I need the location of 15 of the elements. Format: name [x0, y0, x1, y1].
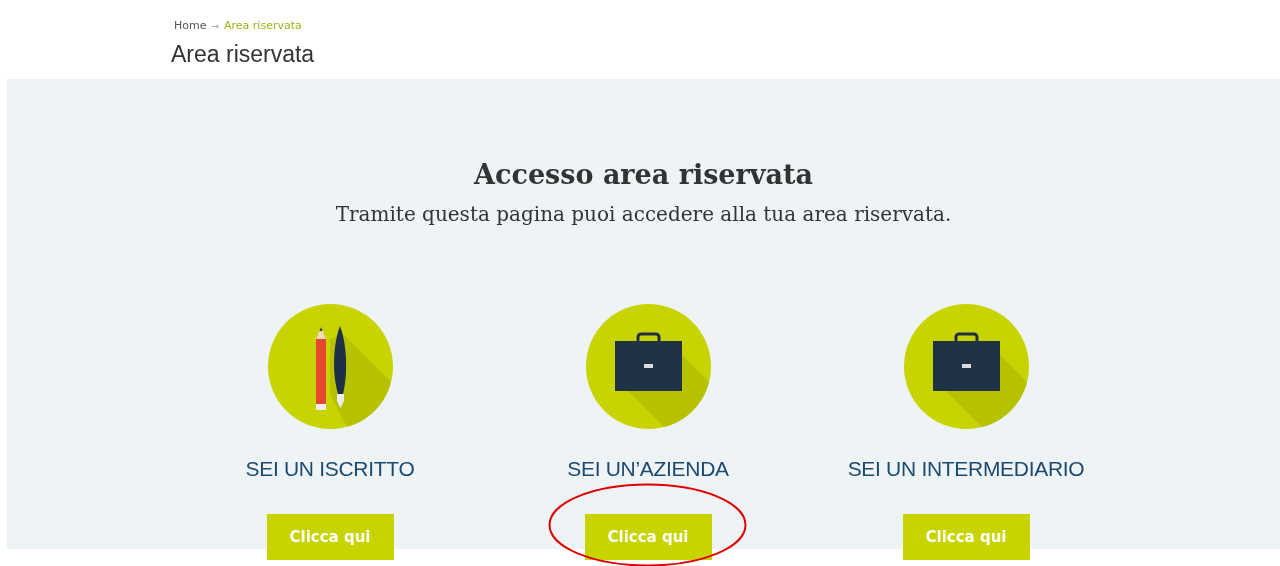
pencil-and-pen-icon: [267, 304, 393, 429]
briefcase-icon: [585, 304, 711, 429]
card-title: SEI UN INTERMEDIARIO: [847, 457, 1085, 481]
click-here-button[interactable]: Clicca qui: [902, 514, 1030, 560]
panel-subtitle: Tramite questa pagina puoi accedere alla tua area riservata.: [334, 202, 953, 226]
panel-heading: Accesso area riservata: [472, 159, 814, 190]
click-here-button[interactable]: Clicca qui: [266, 514, 394, 560]
card-title: SEI UN ISCRITTO: [245, 457, 415, 481]
page-title: Area riservata: [171, 41, 316, 68]
breadcrumb-link[interactable]: Home: [174, 19, 207, 32]
click-here-button[interactable]: Clicca qui: [584, 514, 712, 560]
breadcrumb-separator: →: [211, 20, 220, 31]
breadcrumb-link[interactable]: Area riservata: [224, 19, 302, 32]
card-title: SEI UN’AZIENDA: [567, 457, 729, 481]
briefcase-icon: [903, 304, 1029, 429]
